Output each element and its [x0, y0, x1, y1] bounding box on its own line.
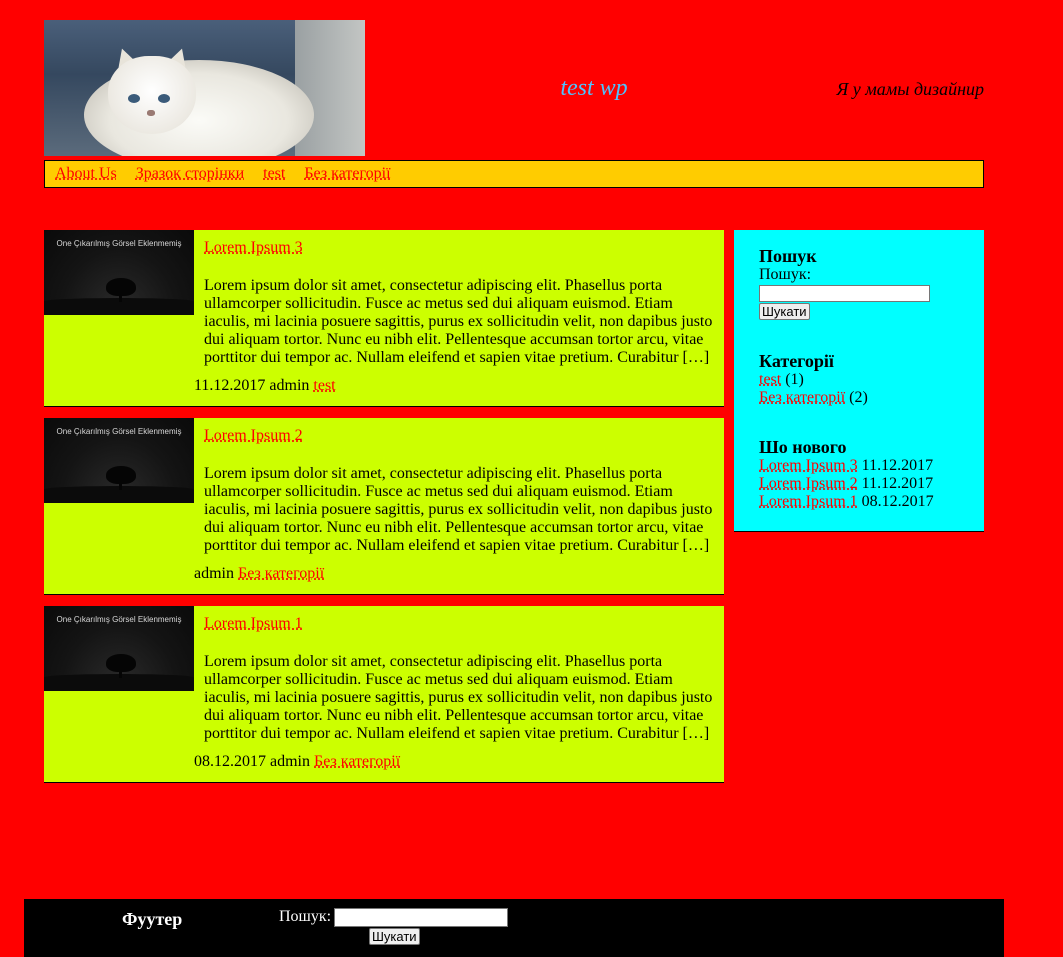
nav-item-test[interactable]: test [263, 165, 285, 183]
header-cat-image[interactable] [44, 20, 365, 156]
nav-item-sample-page[interactable]: Зразок сторінки [136, 165, 244, 183]
post-item: One Çıkarılmış Görsel Eklenmemiş Lorem I… [44, 230, 724, 407]
recent-post-date: 08.12.2017 [861, 492, 934, 510]
site-footer: Фуутер Пошук: Шукати [24, 899, 1004, 957]
recent-post-link[interactable]: Lorem Ipsum 2 [759, 475, 858, 492]
recent-post-item: Lorem Ipsum 3 11.12.2017 [759, 457, 984, 475]
post-author: admin [194, 565, 234, 582]
site-header: test wp Я у мамы дизайнир [44, 20, 984, 156]
post-thumbnail[interactable]: One Çıkarılmış Görsel Eklenmemiş [44, 418, 194, 503]
recent-posts-widget: Шо нового Lorem Ipsum 3 11.12.2017 Lorem… [759, 437, 984, 511]
recent-post-item: Lorem Ipsum 2 11.12.2017 [759, 475, 984, 493]
recent-post-date: 11.12.2017 [861, 474, 934, 492]
widget-title-categories: Категорії [759, 350, 834, 371]
post-category-link[interactable]: Без категорії [238, 565, 324, 582]
footer-search-button[interactable]: Шукати [369, 928, 420, 945]
thumbnail-caption: One Çıkarılmış Görsel Eklenmemiş [56, 615, 182, 624]
post-meta: admin Без категорії [194, 565, 324, 583]
recent-post-link[interactable]: Lorem Ipsum 1 [759, 493, 858, 510]
page-wrapper: test wp Я у мамы дизайнир About Us Зразо… [44, 20, 984, 188]
post-item: One Çıkarılmış Görsel Eklenmemiş Lorem I… [44, 418, 724, 595]
post-item: One Çıkarılmış Görsel Eklenmemiş Lorem I… [44, 606, 724, 783]
footer-search-input[interactable] [334, 908, 508, 927]
category-link[interactable]: test [759, 371, 781, 388]
sidebar: Пошук Пошук: Шукати Категорії test (1) Б… [734, 230, 984, 532]
post-title-link[interactable]: Lorem Ipsum 1 [204, 615, 303, 633]
post-meta: 11.12.2017 admin test [194, 377, 336, 395]
category-link[interactable]: Без категорії [759, 389, 845, 406]
post-excerpt: Lorem ipsum dolor sit amet, consectetur … [204, 653, 713, 742]
site-tagline: Я у мамы дизайнир [836, 79, 984, 99]
thumbnail-caption: One Çıkarılmış Görsel Eklenmemiş [56, 239, 182, 248]
post-category-link[interactable]: Без категорії [314, 753, 400, 770]
footer-search-label: Пошук: [279, 908, 332, 925]
post-thumbnail[interactable]: One Çıkarılmış Görsel Eklenmemiş [44, 230, 194, 315]
post-date: 11.12.2017 [194, 377, 266, 394]
post-title-link[interactable]: Lorem Ipsum 2 [204, 427, 303, 445]
widget-title-search: Пошук [759, 246, 817, 266]
nav-item-about-us[interactable]: About Us [55, 165, 117, 183]
category-count: (1) [785, 370, 804, 388]
post-excerpt: Lorem ipsum dolor sit amet, consectetur … [204, 465, 713, 554]
nav-item-uncategorized[interactable]: Без категорії [304, 165, 390, 183]
post-list: One Çıkarılmış Görsel Eklenmemiş Lorem I… [44, 230, 724, 794]
search-widget: Пошук Пошук: Шукати [759, 246, 984, 321]
site-title[interactable]: test wp [524, 75, 664, 102]
post-category-link[interactable]: test [313, 377, 335, 394]
category-item: test (1) [759, 371, 984, 389]
search-label: Пошук: [759, 266, 812, 283]
recent-post-link[interactable]: Lorem Ipsum 3 [759, 457, 858, 474]
post-title-link[interactable]: Lorem Ipsum 3 [204, 239, 303, 257]
post-thumbnail[interactable]: One Çıkarılmış Görsel Eklenmemiş [44, 606, 194, 691]
post-meta: 08.12.2017 admin Без категорії [194, 753, 400, 771]
recent-post-item: Lorem Ipsum 1 08.12.2017 [759, 493, 984, 511]
footer-title: Фуутер [122, 909, 183, 929]
category-count: (2) [849, 388, 868, 406]
sidebar-search-button[interactable]: Шукати [759, 303, 810, 320]
widget-title-recent: Шо нового [759, 436, 847, 457]
sidebar-search-input[interactable] [759, 285, 930, 302]
main-nav: About Us Зразок сторінки test Без катего… [44, 160, 984, 188]
post-date: 08.12.2017 [194, 753, 266, 770]
category-item: Без категорії (2) [759, 389, 984, 407]
post-author: admin [269, 377, 310, 394]
post-excerpt: Lorem ipsum dolor sit amet, consectetur … [204, 277, 713, 366]
thumbnail-caption: One Çıkarılmış Görsel Eklenmemiş [56, 427, 182, 436]
recent-post-date: 11.12.2017 [861, 456, 934, 474]
post-author: admin [270, 753, 310, 770]
categories-widget: Категорії test (1) Без категорії (2) [759, 351, 984, 407]
